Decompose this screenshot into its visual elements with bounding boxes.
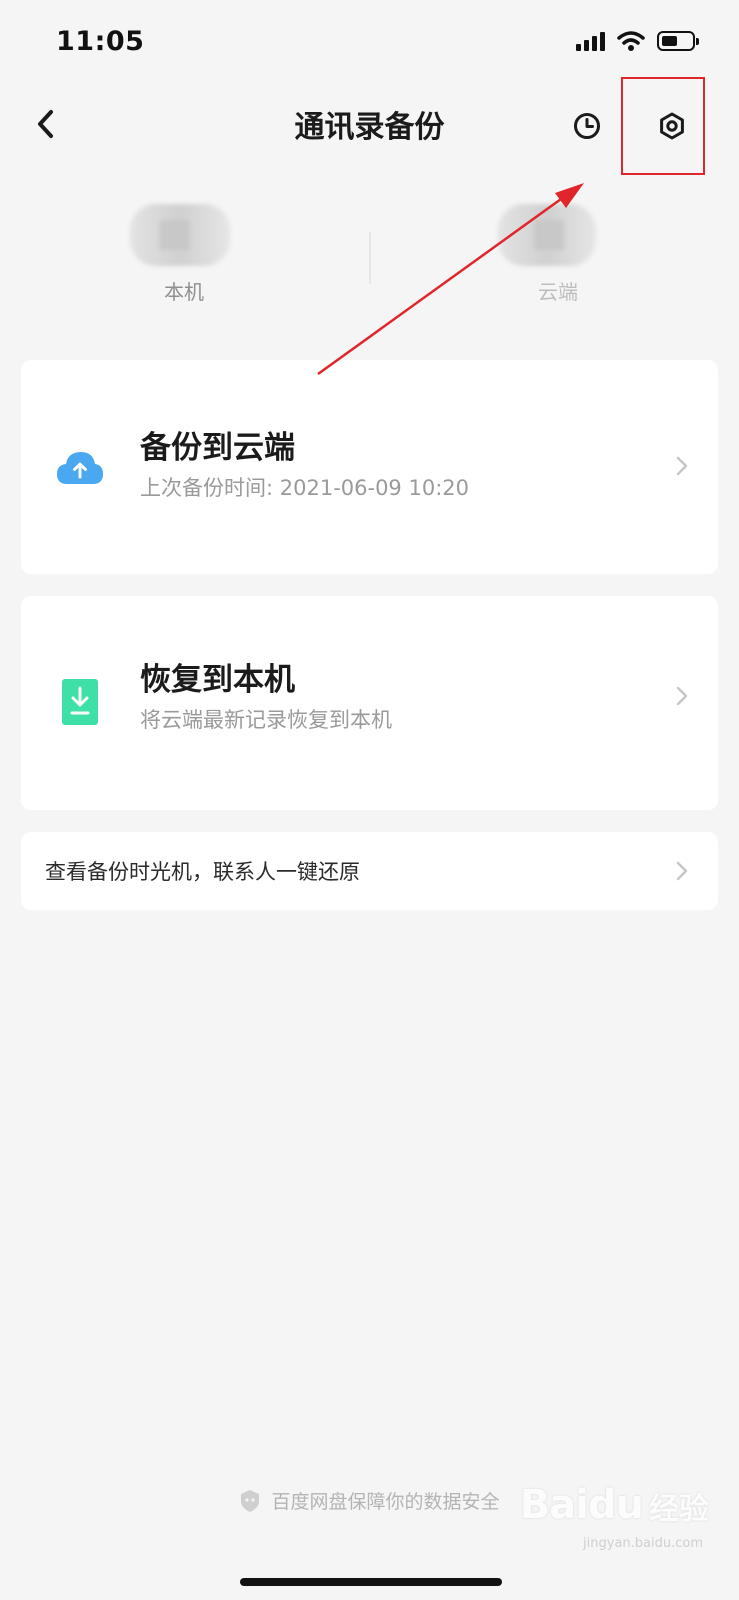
- restore-card-title: 恢复到本机: [140, 662, 295, 698]
- chevron-right-icon: [676, 456, 688, 476]
- cloud-upload-icon: [57, 452, 103, 484]
- status-time: 11:05: [56, 26, 145, 57]
- signal-icon: [576, 31, 605, 51]
- cloud-count-label: 云端: [538, 280, 578, 304]
- local-count-block: 本机: [84, 200, 284, 310]
- backup-card-title: 备份到云端: [140, 430, 295, 466]
- chevron-right-icon: [676, 861, 688, 881]
- chevron-right-icon: [676, 686, 688, 706]
- download-file-icon: [62, 679, 98, 725]
- home-indicator[interactable]: [240, 1578, 502, 1586]
- backup-card-subtitle: 上次备份时间: 2021-06-09 10:20: [140, 476, 469, 500]
- battery-icon: [657, 31, 699, 51]
- shield-icon: [241, 1489, 260, 1512]
- security-footer-text: 百度网盘保障你的数据安全: [271, 1491, 500, 1513]
- baidu-jingyan-watermark: Baidu 经验: [520, 1482, 709, 1528]
- blurred-count: [130, 204, 230, 266]
- blurred-count: [498, 204, 596, 266]
- watermark-cn: 经验: [649, 1492, 709, 1527]
- restore-to-local-card[interactable]: 恢复到本机 将云端最新记录恢复到本机: [21, 596, 718, 810]
- watermark-url: jingyan.baidu.com: [583, 1536, 703, 1551]
- divider: [369, 232, 371, 284]
- annotation-highlight-box: [621, 77, 705, 175]
- restore-card-subtitle: 将云端最新记录恢复到本机: [140, 708, 392, 732]
- local-count-label: 本机: [164, 280, 204, 304]
- watermark-logo: Baidu: [519, 1482, 644, 1528]
- status-icons: [576, 30, 699, 52]
- wifi-icon: [617, 31, 645, 51]
- backup-to-cloud-card[interactable]: 备份到云端 上次备份时间: 2021-06-09 10:20: [21, 360, 718, 574]
- clock-icon: [574, 113, 600, 139]
- history-button[interactable]: [567, 106, 607, 146]
- time-machine-label: 查看备份时光机，联系人一键还原: [45, 860, 360, 884]
- time-machine-row[interactable]: 查看备份时光机，联系人一键还原: [21, 832, 718, 910]
- cloud-count-block: 云端: [458, 200, 658, 310]
